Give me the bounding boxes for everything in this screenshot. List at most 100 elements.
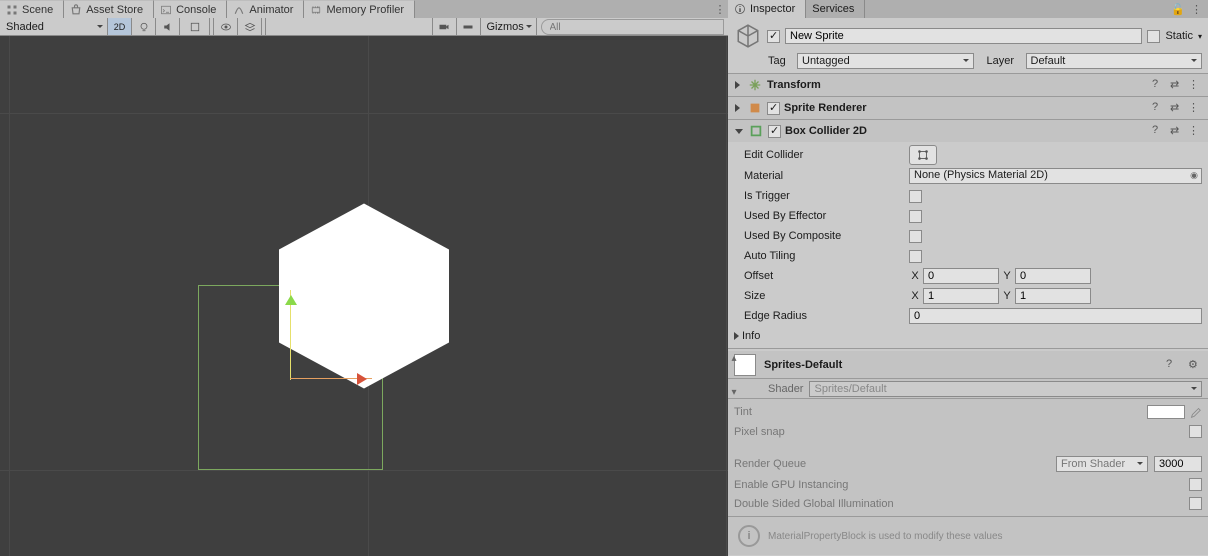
edge-radius-input[interactable] (909, 308, 1202, 324)
component-enabled-checkbox[interactable] (767, 102, 780, 115)
gizmo-x-axis[interactable] (290, 378, 372, 379)
tab-console[interactable]: Console (154, 0, 227, 18)
material-section: ▴ ▾ Sprites-Default ? ⚙ Shader Sprites/D… (728, 351, 1208, 555)
used-by-composite-checkbox[interactable] (909, 230, 922, 243)
grid-toggle[interactable] (457, 18, 481, 35)
scene-toolbar: Shaded 2D Gizmos (0, 18, 728, 36)
tab-label: Scene (22, 4, 53, 16)
material-name: Sprites-Default (764, 359, 842, 371)
gear-icon[interactable]: ⚙ (1188, 358, 1202, 372)
component-menu-icon[interactable]: ⋮ (1188, 101, 1202, 115)
tint-label: Tint (734, 406, 1147, 418)
help-icon[interactable]: ? (1166, 358, 1180, 372)
inspector-panel: Inspector Services 🔓 ⋮ Static ▾ Tag Untag… (728, 0, 1208, 556)
size-y-input[interactable] (1015, 288, 1091, 304)
preset-icon[interactable]: ⇄ (1170, 101, 1184, 115)
tab-label: Console (176, 4, 216, 16)
foldout-toggle[interactable] (734, 332, 739, 340)
transform-icon (747, 77, 763, 93)
audio-toggle[interactable] (156, 18, 180, 35)
auto-tiling-label: Auto Tiling (734, 250, 909, 262)
pixel-snap-checkbox[interactable] (1189, 425, 1202, 438)
tab-label: Services (812, 3, 854, 15)
tab-memory-profiler[interactable]: Memory Profiler (304, 0, 415, 18)
gameobject-name-input[interactable] (785, 28, 1142, 44)
mat-scroll-up-icon[interactable]: ▴ (728, 353, 740, 364)
gizmo-y-axis[interactable] (290, 290, 291, 380)
layers-toggle[interactable] (238, 18, 262, 35)
component-box-collider-2d: Box Collider 2D ? ⇄ ⋮ Edit Collider Mate… (728, 120, 1208, 349)
component-enabled-checkbox[interactable] (768, 125, 781, 138)
gizmos-dropdown[interactable]: Gizmos (481, 18, 537, 35)
used-by-effector-checkbox[interactable] (909, 210, 922, 223)
info-label: Info (742, 330, 760, 342)
shader-dropdown[interactable]: Sprites/Default (809, 381, 1202, 397)
static-label: Static (1165, 30, 1193, 42)
eyedropper-icon[interactable] (1188, 405, 1202, 419)
camera-toggle[interactable] (433, 18, 457, 35)
auto-tiling-checkbox[interactable] (909, 250, 922, 263)
material-field[interactable]: None (Physics Material 2D) (909, 168, 1202, 184)
help-icon[interactable]: ? (1152, 124, 1166, 138)
shading-dropdown[interactable]: Shaded (0, 18, 108, 35)
info-icon (734, 3, 746, 15)
tint-color-field[interactable] (1147, 405, 1185, 419)
used-by-composite-label: Used By Composite (734, 230, 909, 242)
foldout-toggle[interactable] (735, 129, 743, 134)
help-icon[interactable]: ? (1152, 78, 1166, 92)
tag-dropdown[interactable]: Untagged (797, 53, 974, 69)
scene-viewport[interactable] (0, 36, 728, 556)
tab-asset-store[interactable]: Asset Store (64, 0, 154, 18)
size-label: Size (734, 290, 909, 302)
render-queue-dropdown[interactable]: From Shader (1056, 456, 1148, 472)
hidden-toggle[interactable] (214, 18, 238, 35)
edge-radius-label: Edge Radius (734, 310, 909, 322)
edit-collider-label: Edit Collider (734, 149, 909, 161)
tab-scene[interactable]: Scene (0, 0, 64, 18)
component-menu-icon[interactable]: ⋮ (1188, 78, 1202, 92)
gpu-instancing-checkbox[interactable] (1189, 478, 1202, 491)
tab-label: Asset Store (86, 4, 143, 16)
panel-menu-icon[interactable]: ⋮ (1191, 3, 1202, 16)
lighting-toggle[interactable] (132, 18, 156, 35)
render-queue-input[interactable] (1154, 456, 1202, 472)
mat-scroll-down-icon[interactable]: ▾ (728, 387, 740, 398)
fx-dropdown[interactable] (180, 18, 210, 35)
component-title: Sprite Renderer (784, 102, 867, 114)
double-sided-checkbox[interactable] (1189, 497, 1202, 510)
edit-collider-button[interactable] (909, 145, 937, 165)
is-trigger-checkbox[interactable] (909, 190, 922, 203)
size-x-input[interactable] (923, 288, 999, 304)
tab-animator[interactable]: Animator (227, 0, 304, 18)
mode-2d-toggle[interactable]: 2D (108, 18, 132, 35)
shader-label: Shader (768, 383, 803, 395)
component-menu-icon[interactable]: ⋮ (1188, 124, 1202, 138)
offset-x-input[interactable] (923, 268, 999, 284)
static-checkbox[interactable] (1147, 30, 1160, 43)
scene-search-input[interactable] (541, 19, 725, 35)
help-icon[interactable]: ? (1152, 101, 1166, 115)
tab-label: Animator (249, 4, 293, 16)
tab-inspector[interactable]: Inspector (728, 0, 806, 18)
left-panel-menu-icon[interactable]: ⋮ (712, 3, 728, 16)
gameobject-enabled-checkbox[interactable] (767, 30, 780, 43)
tab-services[interactable]: Services (806, 0, 865, 18)
offset-y-input[interactable] (1015, 268, 1091, 284)
preset-icon[interactable]: ⇄ (1170, 78, 1184, 92)
sprite-hexagon[interactable] (279, 204, 449, 389)
static-dropdown-icon[interactable]: ▾ (1198, 32, 1202, 41)
layer-label: Layer (987, 55, 1021, 67)
lock-icon[interactable]: 🔓 (1171, 3, 1185, 16)
tab-label: Memory Profiler (326, 4, 404, 16)
preset-icon[interactable]: ⇄ (1170, 124, 1184, 138)
used-by-effector-label: Used By Effector (734, 210, 909, 222)
foldout-toggle[interactable] (735, 104, 740, 112)
foldout-toggle[interactable] (735, 81, 740, 89)
notice-text: MaterialPropertyBlock is used to modify … (768, 531, 1003, 542)
layer-dropdown[interactable]: Default (1026, 53, 1203, 69)
gpu-instancing-label: Enable GPU Instancing (734, 479, 1189, 491)
gameobject-header: Static ▾ Tag Untagged Layer Default (728, 18, 1208, 74)
edit-collider-icon (916, 148, 930, 162)
scene-icon (6, 4, 18, 16)
animator-icon (233, 4, 245, 16)
